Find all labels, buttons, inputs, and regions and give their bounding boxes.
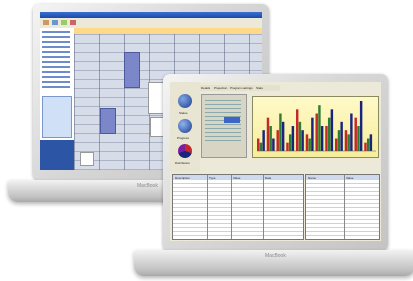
tab-program-settings[interactable]: Program settings bbox=[230, 86, 253, 90]
bar bbox=[350, 113, 353, 151]
bar bbox=[301, 130, 304, 151]
front-laptop-base: MacBook bbox=[134, 250, 413, 276]
bar bbox=[354, 117, 357, 151]
bar bbox=[311, 117, 314, 151]
bar bbox=[291, 126, 295, 151]
dash-label-status: Status bbox=[179, 111, 188, 115]
calendar-folder-tree[interactable] bbox=[40, 28, 74, 170]
bar bbox=[318, 105, 321, 151]
front-laptop-brand: MacBook bbox=[265, 253, 286, 259]
bar bbox=[276, 130, 279, 151]
bar bbox=[296, 109, 299, 151]
bar-chart bbox=[257, 101, 376, 152]
bar bbox=[344, 130, 348, 151]
tab-stats[interactable]: Stats bbox=[256, 86, 263, 90]
appointment[interactable] bbox=[148, 82, 164, 114]
bar bbox=[308, 138, 311, 151]
bar bbox=[327, 117, 331, 151]
bar bbox=[272, 138, 275, 151]
calendar-toolbar[interactable] bbox=[40, 18, 262, 28]
bar bbox=[279, 113, 282, 151]
bar bbox=[366, 138, 370, 151]
selection-highlight[interactable] bbox=[224, 117, 240, 123]
bar bbox=[266, 117, 270, 151]
table-header-date: Date bbox=[265, 176, 272, 180]
distribution-pie-icon[interactable] bbox=[178, 144, 192, 158]
bar bbox=[330, 109, 334, 151]
progress-gauge-icon[interactable] bbox=[178, 119, 192, 133]
table-header-value: Value bbox=[233, 176, 241, 180]
status-gauge-icon[interactable] bbox=[178, 94, 192, 108]
back-laptop-brand: MacBook bbox=[137, 183, 158, 189]
bar bbox=[298, 121, 302, 151]
bar bbox=[269, 126, 272, 151]
dashboard-tabbar: Details Projection Program settings Stat… bbox=[200, 85, 280, 91]
side-header-name: Name bbox=[308, 176, 317, 180]
bar bbox=[259, 142, 263, 151]
front-laptop-lid: Status Progress Distribution Details Pro… bbox=[163, 74, 388, 251]
bar bbox=[315, 113, 318, 151]
dashboard-window: Status Progress Distribution Details Pro… bbox=[170, 82, 381, 241]
bar bbox=[305, 134, 309, 151]
table-header-description: Description bbox=[175, 176, 191, 180]
bar bbox=[257, 138, 260, 151]
side-header-value: Value bbox=[346, 176, 354, 180]
data-table[interactable]: Description Type Value Date bbox=[172, 174, 304, 240]
bar bbox=[364, 142, 367, 151]
table-header-type: Type bbox=[209, 176, 216, 180]
bar bbox=[337, 130, 341, 151]
tab-projection[interactable]: Projection bbox=[214, 86, 227, 90]
bar bbox=[262, 130, 265, 151]
bar bbox=[369, 134, 373, 151]
bar bbox=[347, 134, 350, 151]
bar bbox=[288, 134, 292, 151]
appointment[interactable] bbox=[100, 108, 116, 134]
bar bbox=[320, 126, 324, 151]
bar-chart-area bbox=[252, 96, 379, 158]
side-list[interactable]: Name Value bbox=[305, 174, 380, 240]
gauge-panel bbox=[201, 94, 247, 158]
dash-label-progress: Progress bbox=[177, 136, 190, 140]
bar bbox=[335, 138, 338, 151]
bar bbox=[281, 121, 285, 151]
bar bbox=[359, 101, 363, 151]
bar bbox=[286, 142, 289, 151]
appointment[interactable] bbox=[124, 52, 140, 88]
bar bbox=[325, 126, 328, 151]
bar bbox=[357, 126, 360, 151]
tab-details[interactable]: Details bbox=[201, 86, 210, 90]
dash-label-distribution: Distribution bbox=[175, 161, 191, 165]
bar bbox=[340, 121, 343, 151]
appointment[interactable] bbox=[80, 152, 94, 166]
